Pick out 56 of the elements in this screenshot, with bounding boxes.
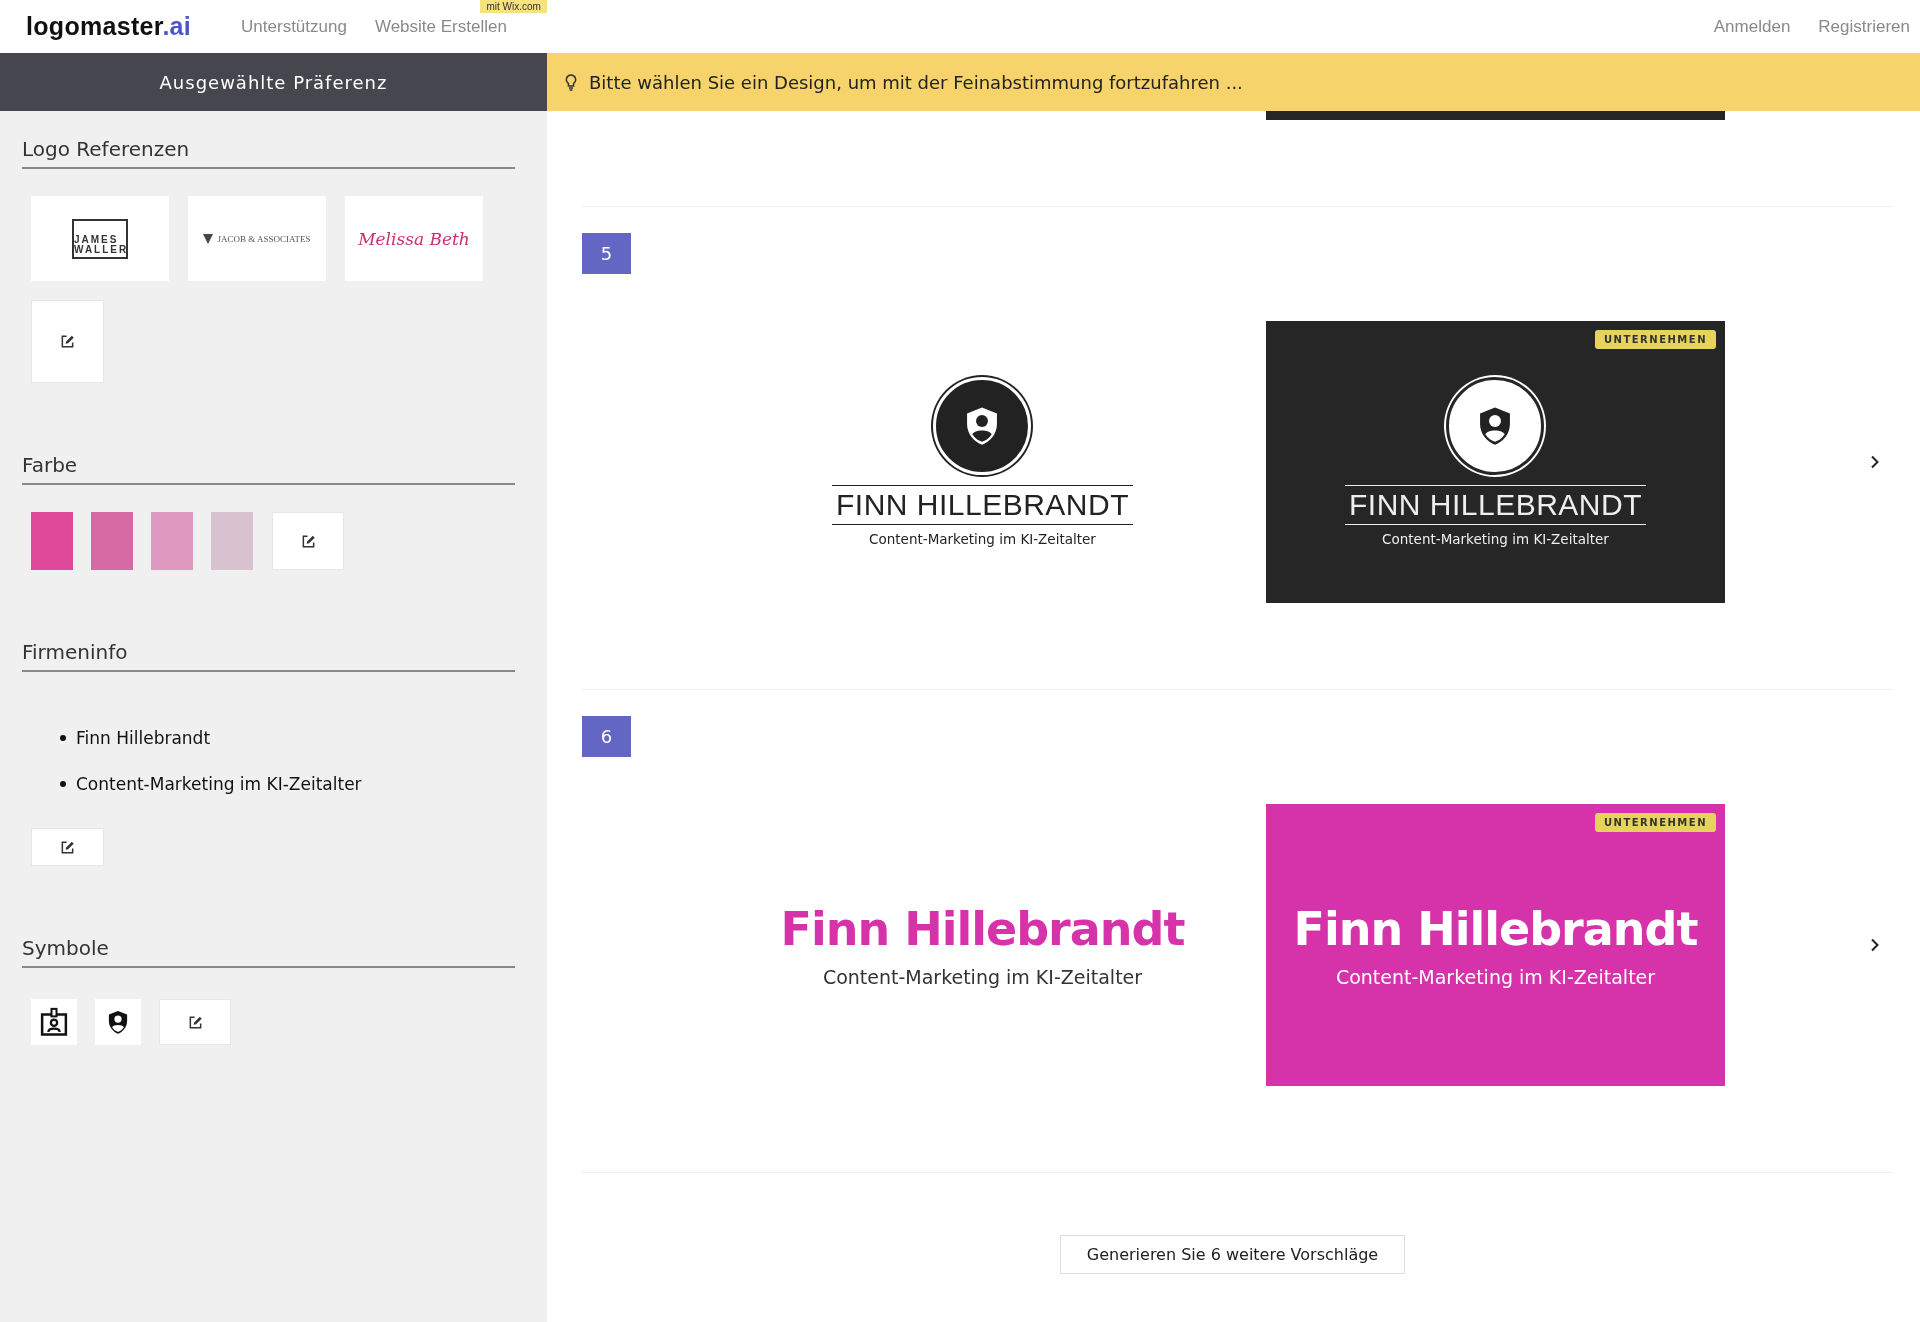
edit-button[interactable]: [159, 999, 231, 1045]
color-swatch[interactable]: [91, 512, 133, 570]
bullet-icon: [60, 781, 66, 787]
bullet-icon: [60, 735, 66, 741]
framed-logo-text: JAMES WALLER: [72, 218, 128, 259]
category-badge: UNTERNEHMEN: [1594, 813, 1716, 832]
logo-reference-thumbnail[interactable]: JAMES WALLER: [31, 196, 169, 281]
shield-person-icon: [107, 1009, 129, 1035]
tag-label: mit Wix.com: [480, 0, 547, 13]
color-swatch[interactable]: [151, 512, 193, 570]
edit-button[interactable]: [31, 828, 104, 866]
logo-reference-thumbnail[interactable]: JACOB & ASSOCIATES: [188, 196, 326, 281]
symbol-tile[interactable]: [31, 999, 77, 1045]
info-text: Finn Hillebrandt: [76, 728, 211, 748]
section-heading: Farbe: [22, 453, 515, 485]
edit-icon: [60, 839, 75, 855]
logo-text: Melissa Beth: [358, 228, 470, 249]
sidebar-header: Ausgewählte Präferenz: [0, 53, 547, 111]
logo-name-text: Finn Hillebrandt: [1293, 902, 1698, 956]
nav-link[interactable]: Unterstützung: [241, 16, 347, 37]
id-badge-icon: [39, 1007, 69, 1037]
edit-icon: [187, 1014, 203, 1030]
color-swatch[interactable]: [31, 512, 73, 570]
logo-text: JACOB & ASSOCIATES: [217, 233, 311, 244]
edit-button[interactable]: [272, 512, 344, 570]
section-heading: Symbole: [22, 936, 515, 968]
symbol-tile[interactable]: [95, 999, 141, 1045]
diamond-icon: [203, 232, 214, 245]
generate-more-button[interactable]: Generieren Sie 6 weitere Vorschläge: [1059, 1235, 1406, 1274]
design-number: 5: [582, 233, 631, 274]
logo-name-text: FINN HILLEBRANDT: [831, 485, 1133, 525]
logo-reference-thumbnail[interactable]: Melissa Beth: [345, 196, 483, 281]
chevron-right-icon: [1870, 938, 1879, 952]
logo-name-text: Finn Hillebrandt: [780, 902, 1185, 956]
logo-text[interactable]: logomaster.ai: [26, 12, 192, 41]
info-text: Content-Marketing im KI-Zeitalter: [76, 774, 362, 794]
design-number: 6: [582, 716, 631, 757]
logo-tagline-text: Content-Marketing im KI-Zeitalter: [1335, 966, 1656, 988]
color-swatch[interactable]: [211, 512, 253, 570]
edit-icon: [60, 334, 75, 349]
section-heading: Logo Referenzen: [22, 137, 515, 169]
edit-button[interactable]: [31, 300, 104, 383]
section-heading: Firmeninfo: [22, 640, 515, 672]
logo-preview-card[interactable]: UNTERNEHMEN Finn Hillebrandt Content-Marketing im KI-Zeitalter: [1266, 804, 1725, 1086]
logo-name-text: FINN HILLEBRANDT: [1344, 485, 1646, 525]
logo-tagline-text: Content-Marketing im KI-Zeitalter: [822, 966, 1143, 988]
lightbulb-icon: [565, 73, 577, 91]
category-badge: UNTERNEHMEN: [1594, 330, 1716, 349]
chevron-right-icon: [1870, 455, 1879, 469]
logo-tagline-text: Content-Marketing im KI-Zeitalter: [1382, 531, 1609, 547]
edit-icon: [300, 533, 316, 549]
logo-tagline-text: Content-Marketing im KI-Zeitalter: [869, 531, 1096, 547]
logo-preview-card[interactable]: UNTERNEHMEN FINN HILLEBRANDT Content-Marketing im KI-Zeitalter: [1266, 321, 1725, 603]
hint-text: Bitte wählen Sie ein Design, um mit der Feinabstimmung fortzufahren ...: [589, 71, 1243, 93]
nav-link[interactable]: Website Erstellen: [374, 16, 507, 37]
nav-link[interactable]: Anmelden: [1713, 16, 1791, 37]
